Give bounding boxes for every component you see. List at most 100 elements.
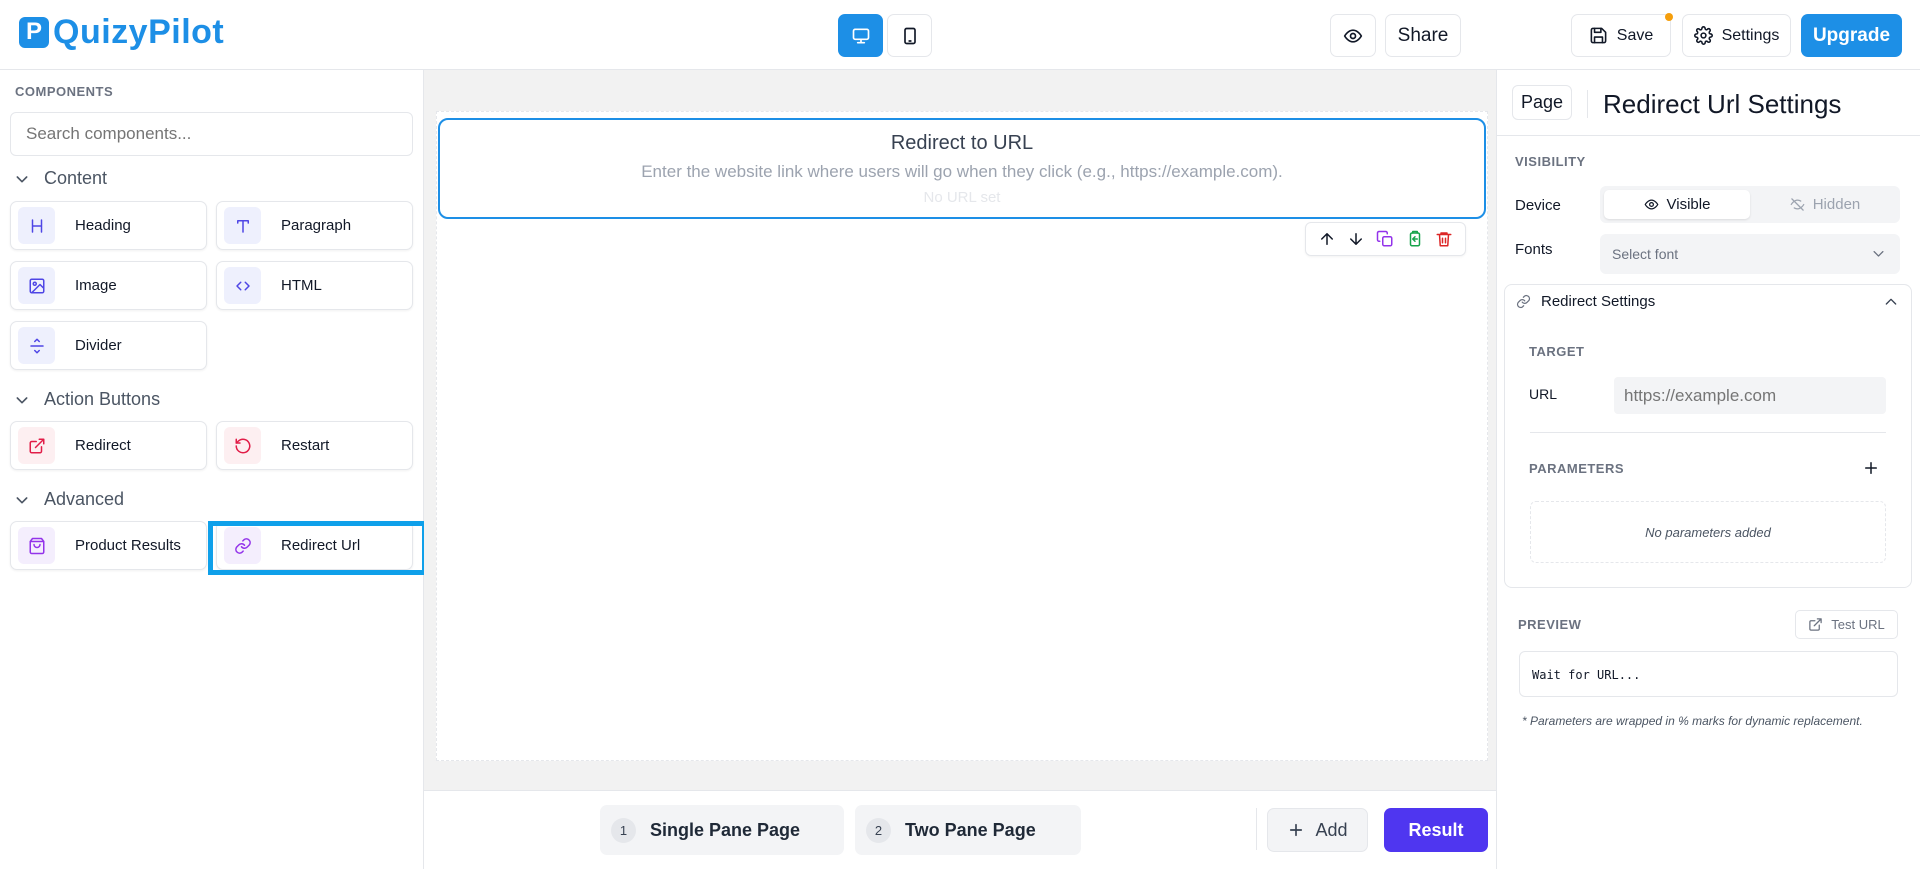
device-label: Device	[1515, 197, 1561, 214]
component-label: Heading	[75, 217, 131, 234]
eye-off-icon	[1790, 198, 1805, 211]
fonts-label: Fonts	[1515, 241, 1553, 258]
visible-label: Visible	[1666, 196, 1711, 213]
chevron-down-icon	[1873, 251, 1884, 257]
preview-button[interactable]	[1330, 14, 1376, 57]
section-action-toggle[interactable]: Action Buttons	[14, 389, 160, 410]
mobile-view-button[interactable]	[887, 14, 932, 57]
copy-icon[interactable]	[1376, 230, 1394, 248]
component-paragraph[interactable]: Paragraph	[216, 201, 413, 250]
component-label: Redirect	[75, 437, 131, 454]
phone-icon	[903, 27, 916, 44]
redirect-settings-label: Redirect Settings	[1541, 293, 1656, 310]
eye-icon	[1644, 199, 1658, 210]
arrow-up-icon[interactable]	[1318, 230, 1336, 248]
paste-icon[interactable]	[1406, 230, 1424, 248]
redirect-url-block[interactable]: Redirect to URL Enter the website link w…	[438, 118, 1486, 219]
component-label: Image	[75, 277, 117, 294]
component-label: Product Results	[75, 537, 181, 554]
section-action-label: Action Buttons	[44, 389, 161, 409]
plus-icon	[1290, 823, 1303, 837]
section-advanced-toggle[interactable]: Advanced	[14, 489, 124, 510]
logo[interactable]: P QuizyPilot	[19, 15, 224, 49]
add-page-button[interactable]: Add	[1267, 808, 1368, 852]
preview-caption: PREVIEW	[1518, 617, 1582, 632]
highlight-box	[208, 521, 427, 575]
desktop-view-button[interactable]	[838, 14, 883, 57]
chevron-up-icon[interactable]	[1883, 294, 1899, 310]
chevron-down-icon	[16, 396, 28, 403]
share-button[interactable]: Share	[1385, 14, 1461, 57]
block-subtitle: Enter the website link where users will …	[641, 162, 1283, 181]
external-link-icon	[18, 427, 55, 464]
section-content-label: Content	[44, 168, 108, 188]
app-name: QuizyPilot	[53, 13, 225, 51]
settings-label: Settings	[1721, 26, 1780, 44]
settings-button[interactable]: Settings	[1682, 14, 1791, 57]
target-caption: TARGET	[1529, 344, 1585, 359]
visibility-caption: VISIBILITY	[1515, 154, 1586, 169]
monitor-icon	[852, 28, 869, 44]
component-image[interactable]: Image	[10, 261, 207, 310]
code-icon	[224, 267, 261, 304]
page-tab-1[interactable]: 1 Single Pane Page	[600, 805, 844, 855]
chevron-down-icon	[16, 175, 28, 182]
divider	[1530, 432, 1886, 433]
save-icon	[1590, 27, 1607, 44]
page-settings-button[interactable]: Page	[1512, 85, 1572, 120]
shopping-bag-icon	[18, 527, 55, 564]
logo-icon: P	[19, 16, 49, 48]
parameters-empty-state: No parameters added	[1530, 501, 1886, 563]
text-icon	[224, 207, 261, 244]
url-preview: Wait for URL...	[1519, 651, 1898, 697]
url-input[interactable]	[1614, 377, 1886, 414]
result-button[interactable]: Result	[1384, 808, 1488, 852]
visible-option[interactable]: Visible	[1604, 190, 1750, 219]
component-label: Divider	[75, 337, 122, 354]
divider	[1496, 135, 1920, 136]
save-button[interactable]: Save	[1571, 14, 1671, 57]
component-html[interactable]: HTML	[216, 261, 413, 310]
page-tab-label: Two Pane Page	[905, 819, 1036, 840]
divider-icon	[18, 327, 55, 364]
component-product-results[interactable]: Product Results	[10, 521, 207, 570]
redirect-settings-header[interactable]: Redirect Settings	[1516, 293, 1655, 310]
eye-icon	[1343, 28, 1363, 43]
component-redirect[interactable]: Redirect	[10, 421, 207, 470]
divider	[1256, 808, 1257, 850]
hidden-option[interactable]: Hidden	[1752, 190, 1898, 219]
external-link-icon	[1809, 618, 1823, 631]
trash-icon[interactable]	[1435, 230, 1453, 248]
page-number: 1	[611, 817, 636, 843]
parameters-footnote: * Parameters are wrapped in % marks for …	[1522, 714, 1863, 728]
font-select-value: Select font	[1612, 246, 1679, 262]
parameters-caption: PARAMETERS	[1529, 461, 1625, 476]
component-label: HTML	[281, 277, 322, 294]
divider	[1587, 90, 1588, 118]
arrow-down-icon[interactable]	[1347, 230, 1365, 248]
add-label: Add	[1315, 819, 1348, 840]
link-icon	[1516, 294, 1531, 309]
save-label: Save	[1616, 26, 1654, 44]
url-label: URL	[1529, 386, 1558, 402]
upgrade-button[interactable]: Upgrade	[1801, 14, 1902, 57]
section-content-toggle[interactable]: Content	[14, 168, 107, 189]
font-select[interactable]: Select font	[1600, 234, 1900, 274]
gear-icon	[1693, 26, 1713, 45]
block-status: No URL set	[923, 189, 1001, 206]
component-heading[interactable]: Heading	[10, 201, 207, 250]
image-icon	[18, 267, 55, 304]
section-advanced-label: Advanced	[44, 489, 125, 509]
component-restart[interactable]: Restart	[216, 421, 413, 470]
heading-icon	[18, 207, 55, 244]
test-url-button[interactable]: Test URL	[1795, 610, 1898, 639]
component-divider[interactable]: Divider	[10, 321, 207, 370]
test-url-label: Test URL	[1831, 617, 1885, 632]
component-label: Paragraph	[281, 217, 352, 234]
search-input[interactable]	[10, 112, 413, 156]
page-tab-2[interactable]: 2 Two Pane Page	[855, 805, 1081, 855]
plus-icon[interactable]	[1862, 459, 1880, 477]
chevron-down-icon	[16, 496, 28, 503]
component-label: Restart	[281, 437, 330, 454]
page-number: 2	[866, 817, 891, 843]
